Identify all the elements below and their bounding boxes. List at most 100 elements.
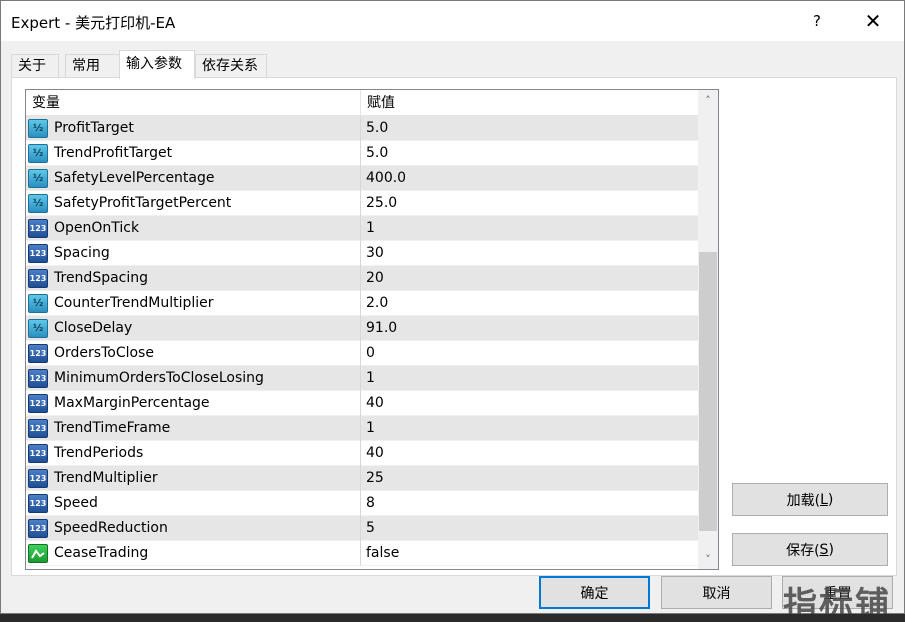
- parameter-row[interactable]: 123 TrendSpacing 20: [26, 266, 698, 291]
- save-button-accel: S: [819, 541, 829, 558]
- inputs-panel: 变量 赋值 ½ ProfitTarget 5.0 ½ TrendProfitTarget…: [11, 77, 897, 576]
- parameter-name-cell: 123 TrendTimeFrame: [26, 416, 361, 441]
- integer-type-icon: 123: [28, 494, 48, 513]
- integer-type-icon: 123: [28, 244, 48, 263]
- parameter-name: MinimumOrdersToCloseLosing: [54, 370, 264, 386]
- load-button-close: ): [827, 491, 834, 508]
- parameter-row[interactable]: ½ CloseDelay 91.0: [26, 316, 698, 341]
- integer-type-icon: 123: [28, 369, 48, 388]
- parameter-name: CeaseTrading: [54, 545, 149, 561]
- tab-about[interactable]: 关于: [11, 54, 59, 78]
- parameter-row[interactable]: ½ CounterTrendMultiplier 2.0: [26, 291, 698, 316]
- parameter-row[interactable]: 123 SpeedReduction 5: [26, 516, 698, 541]
- parameter-row[interactable]: ½ SafetyProfitTargetPercent 25.0: [26, 191, 698, 216]
- double-type-icon: ½: [28, 319, 48, 338]
- parameter-row[interactable]: 123 OpenOnTick 1: [26, 216, 698, 241]
- parameter-row[interactable]: CeaseTrading false: [26, 541, 698, 566]
- parameter-name-cell: ½ ProfitTarget: [26, 116, 361, 141]
- parameter-value[interactable]: 40: [361, 391, 698, 416]
- parameter-value[interactable]: 20: [361, 266, 698, 291]
- parameter-name: SafetyProfitTargetPercent: [54, 195, 232, 211]
- parameter-value[interactable]: 30: [361, 241, 698, 266]
- close-button[interactable]: ✕: [853, 1, 893, 41]
- expert-properties-dialog: Expert - 美元打印机-EA ? ✕ 关于 常用 输入参数 依存关系 变量…: [0, 0, 905, 622]
- parameter-name-cell: 123 SpeedReduction: [26, 516, 361, 541]
- parameter-name-cell: ½ CloseDelay: [26, 316, 361, 341]
- parameter-name: ProfitTarget: [54, 120, 134, 136]
- scroll-up-arrow-icon[interactable]: ˄: [698, 90, 718, 110]
- scroll-down-arrow-icon[interactable]: ˅: [698, 549, 718, 569]
- scrollbar-thumb[interactable]: [699, 252, 717, 531]
- parameter-row[interactable]: 123 MaxMarginPercentage 40: [26, 391, 698, 416]
- ok-button[interactable]: 确定: [539, 576, 650, 609]
- parameter-name: TrendSpacing: [54, 270, 149, 286]
- parameter-row[interactable]: ½ SafetyLevelPercentage 400.0: [26, 166, 698, 191]
- parameter-name: Spacing: [54, 245, 110, 261]
- parameter-name-cell: ½ TrendProfitTarget: [26, 141, 361, 166]
- parameter-value[interactable]: 400.0: [361, 166, 698, 191]
- save-button-label: 保存(: [786, 542, 820, 559]
- parameter-value[interactable]: 5.0: [361, 141, 698, 166]
- parameter-value[interactable]: 5.0: [361, 116, 698, 141]
- parameter-row[interactable]: 123 Speed 8: [26, 491, 698, 516]
- parameter-name-cell: 123 Speed: [26, 491, 361, 516]
- parameter-name: CloseDelay: [54, 320, 133, 336]
- tab-common[interactable]: 常用: [65, 54, 121, 78]
- column-header-value[interactable]: 赋值: [361, 90, 698, 116]
- parameter-value[interactable]: 40: [361, 441, 698, 466]
- vertical-scrollbar[interactable]: ˄ ˅: [698, 90, 718, 569]
- parameter-row[interactable]: 123 OrdersToClose 0: [26, 341, 698, 366]
- parameter-value[interactable]: 25.0: [361, 191, 698, 216]
- parameter-value[interactable]: 25: [361, 466, 698, 491]
- parameter-row[interactable]: 123 TrendTimeFrame 1: [26, 416, 698, 441]
- parameter-name-cell: 123 OpenOnTick: [26, 216, 361, 241]
- double-type-icon: ½: [28, 294, 48, 313]
- boolean-type-icon: [28, 544, 48, 563]
- cancel-button[interactable]: 取消: [661, 576, 772, 609]
- parameter-name-cell: ½ SafetyLevelPercentage: [26, 166, 361, 191]
- parameter-row[interactable]: 123 TrendMultiplier 25: [26, 466, 698, 491]
- save-button[interactable]: 保存(S): [732, 533, 888, 566]
- load-button[interactable]: 加载(L): [732, 483, 888, 516]
- column-header-variable[interactable]: 变量: [26, 90, 361, 116]
- double-type-icon: ½: [28, 119, 48, 138]
- parameter-row[interactable]: 123 MinimumOrdersToCloseLosing 1: [26, 366, 698, 391]
- integer-type-icon: 123: [28, 394, 48, 413]
- parameter-value[interactable]: 1: [361, 366, 698, 391]
- parameter-name-cell: CeaseTrading: [26, 541, 361, 566]
- parameter-value[interactable]: 0: [361, 341, 698, 366]
- parameter-row[interactable]: 123 Spacing 30: [26, 241, 698, 266]
- parameter-rows: ½ ProfitTarget 5.0 ½ TrendProfitTarget 5.0 ½ Sa…: [26, 116, 698, 566]
- save-button-close: ): [828, 541, 834, 558]
- parameter-row[interactable]: 123 TrendPeriods 40: [26, 441, 698, 466]
- parameter-value[interactable]: 2.0: [361, 291, 698, 316]
- parameter-name-cell: 123 MinimumOrdersToCloseLosing: [26, 366, 361, 391]
- integer-type-icon: 123: [28, 219, 48, 238]
- tab-dependencies[interactable]: 依存关系: [195, 54, 267, 78]
- parameter-name-cell: 123 MaxMarginPercentage: [26, 391, 361, 416]
- parameter-value[interactable]: false: [361, 541, 698, 566]
- parameter-value[interactable]: 5: [361, 516, 698, 541]
- parameters-grid: 变量 赋值 ½ ProfitTarget 5.0 ½ TrendProfitTarget…: [25, 89, 719, 570]
- integer-type-icon: 123: [28, 519, 48, 538]
- parameter-row[interactable]: ½ TrendProfitTarget 5.0: [26, 141, 698, 166]
- parameter-value[interactable]: 1: [361, 416, 698, 441]
- parameter-name: TrendTimeFrame: [54, 420, 171, 436]
- parameter-row[interactable]: ½ ProfitTarget 5.0: [26, 116, 698, 141]
- help-button[interactable]: ?: [801, 1, 833, 41]
- window-title: Expert - 美元打印机-EA: [11, 14, 176, 32]
- double-type-icon: ½: [28, 144, 48, 163]
- parameter-value[interactable]: 91.0: [361, 316, 698, 341]
- parameter-value[interactable]: 1: [361, 216, 698, 241]
- parameter-name: TrendMultiplier: [54, 470, 158, 486]
- integer-type-icon: 123: [28, 419, 48, 438]
- parameter-name-cell: ½ CounterTrendMultiplier: [26, 291, 361, 316]
- parameter-name-cell: 123 TrendSpacing: [26, 266, 361, 291]
- load-button-label: 加载(: [786, 492, 821, 509]
- parameter-name: SafetyLevelPercentage: [54, 170, 215, 186]
- parameter-name: TrendProfitTarget: [54, 145, 173, 161]
- title-bar: Expert - 美元打印机-EA ? ✕: [1, 1, 904, 41]
- integer-type-icon: 123: [28, 469, 48, 488]
- parameter-value[interactable]: 8: [361, 491, 698, 516]
- tab-inputs[interactable]: 输入参数: [119, 50, 195, 79]
